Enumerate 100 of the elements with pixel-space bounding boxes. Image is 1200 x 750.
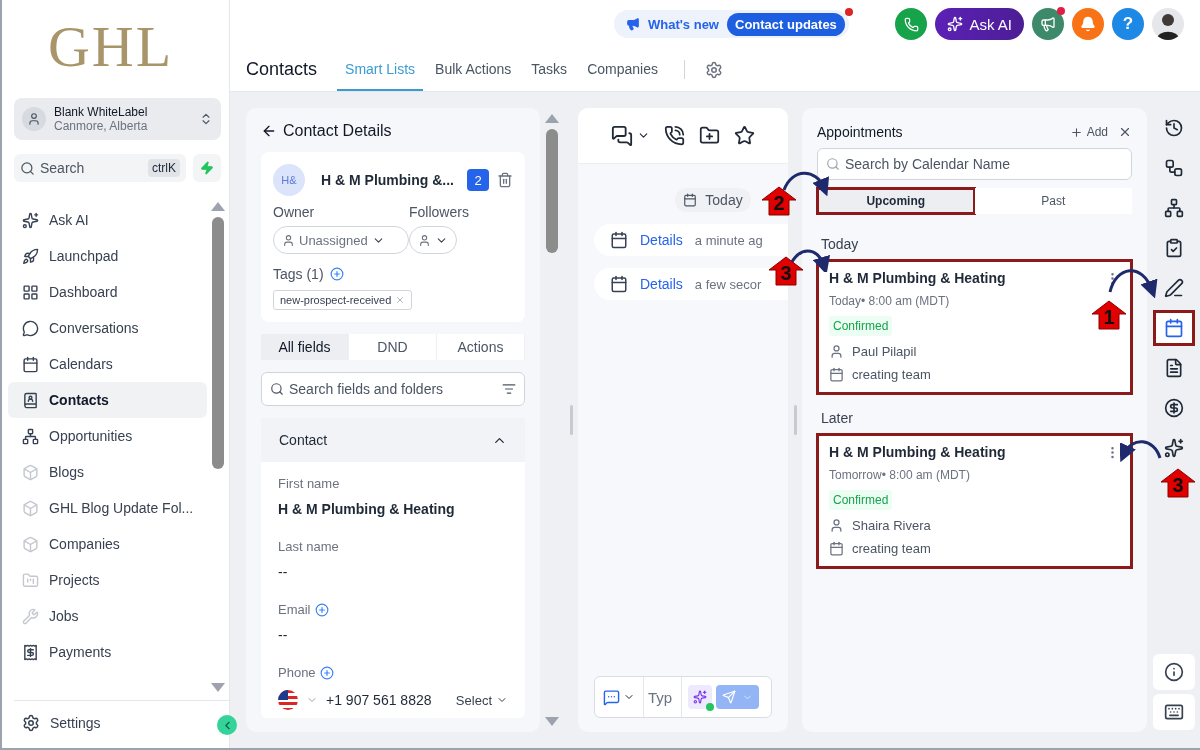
ai-button[interactable] [688,685,712,709]
search-placeholder: Search [40,160,85,176]
info-icon [1163,662,1184,682]
search-field[interactable]: Search ctrlK [14,154,186,182]
flag-icon[interactable] [278,690,298,710]
status-dot [706,703,714,711]
sidebar-item[interactable]: Dashboard [8,274,207,310]
nav-tab[interactable]: Companies [579,48,666,91]
field-search[interactable]: Search fields and folders [261,372,525,406]
sidebar-item[interactable]: Launchpad [8,238,207,274]
settings-label[interactable]: Settings [50,714,101,731]
ask-ai-button[interactable]: Ask AI [935,8,1024,40]
receipt-icon [22,643,39,661]
lightning-icon [200,161,214,175]
phone-button[interactable] [895,8,928,40]
info-button[interactable] [1152,654,1195,690]
dollar-icon [1163,398,1184,418]
step-marker: 3 [1160,468,1196,498]
calendar-icon [1163,318,1184,338]
keyboard-icon [1163,702,1184,722]
nav-tab[interactable]: Bulk Actions [427,48,520,91]
field-tab[interactable]: All fields [261,334,349,360]
add-icon[interactable] [329,267,344,281]
calendar-icon [829,367,844,382]
sidebar-item[interactable]: Projects [8,562,207,598]
keyboard-button[interactable] [1152,694,1195,730]
grid-icon [22,283,39,301]
search-icon [826,157,840,171]
field-label: Phone [278,665,316,680]
settings-icon[interactable] [704,60,723,79]
step-marker: 1 [1091,300,1127,330]
sidebar-item[interactable]: Calendars [8,346,207,382]
close-button[interactable] [1118,125,1132,139]
sidebar-item[interactable]: Ask AI [8,202,207,238]
phone-call-icon[interactable] [664,125,685,146]
calendar-icon [610,231,628,249]
pen-icon [1163,278,1184,298]
calendar-name: creating team [852,367,931,382]
sidebar-item[interactable]: Companies [8,526,207,562]
add-icon[interactable] [314,602,329,617]
status-badge: Confirmed [829,490,893,510]
sparkles-icon [1163,438,1184,458]
appointment-title: H & M Plumbing & Heating [829,444,1007,460]
calendar-icon [22,355,39,373]
step-marker: 2 [761,186,797,216]
cube-icon [22,535,39,553]
nav-tab[interactable]: Tasks [523,48,576,91]
trash-icon[interactable] [497,172,513,188]
panel-title: Appointments [817,124,903,140]
back-icon[interactable] [261,123,277,139]
sparkles-icon [22,211,39,229]
assignee-name: Paul Pilapil [852,344,917,359]
whats-new-label: What's new [648,16,719,32]
calendar-icon [610,275,628,293]
add-icon[interactable] [319,665,334,680]
collapse-button[interactable] [217,715,237,735]
add-button[interactable]: Add [1069,125,1108,139]
step-marker: 3 [768,256,804,286]
user-icon [829,518,844,533]
sidebar-item[interactable]: GHL Blog Update Fol... [8,490,207,526]
sidebar-item[interactable]: Opportunities [8,418,207,454]
network-icon [22,427,39,445]
chat-icon[interactable] [611,124,633,147]
history-icon [1163,118,1184,138]
appointment-title: H & M Plumbing & Heating [829,270,1007,286]
appointment-card[interactable]: H & M Plumbing & Heating Tomorrow• 8:00 am (MDT) Confirmed Shaira Rivera creating team [817,434,1132,568]
select-dropdown[interactable]: Select [455,692,508,708]
contact-book-icon [22,391,39,409]
followers-label: Followers [409,204,469,220]
sparkles-icon [693,690,707,704]
appointment-tab[interactable]: Upcoming [817,188,975,214]
section-header[interactable]: Contact [261,418,525,462]
calendar-search[interactable]: Search by Calendar Name [817,148,1132,180]
calendar-name: creating team [852,541,931,556]
owner-label: Owner [273,204,316,220]
folder-plus-icon[interactable] [699,125,720,146]
account-switcher[interactable]: Blank WhiteLabel Canmore, Alberta [14,98,221,140]
search-icon [20,160,35,176]
field-value: -- [278,564,289,580]
details-link[interactable]: Details [640,232,683,248]
workflow-icon [1163,158,1184,178]
rocket-icon [22,247,39,265]
field-label: Email [278,602,311,617]
sidebar-item[interactable]: Payments [8,634,207,670]
sidebar-item[interactable]: Blogs [8,454,207,490]
help-button[interactable]: ? [1112,8,1144,40]
profile-avatar[interactable] [1152,8,1184,40]
details-link[interactable]: Details [640,276,683,292]
announcement-button[interactable] [1032,8,1064,40]
calendar-button[interactable] [1152,310,1195,346]
megaphone-icon [626,17,640,31]
notifications-button[interactable] [1072,8,1104,40]
sidebar-item[interactable]: Jobs [8,598,207,634]
sidebar-item[interactable]: Conversations [8,310,207,346]
star-icon[interactable] [734,125,755,146]
search-icon [270,382,284,396]
phone-icon [903,16,919,32]
appointment-time: Tomorrow• 8:00 am (MDT) [829,468,971,482]
sidebar-item[interactable]: Contacts [8,382,207,418]
cube-icon [22,499,39,517]
